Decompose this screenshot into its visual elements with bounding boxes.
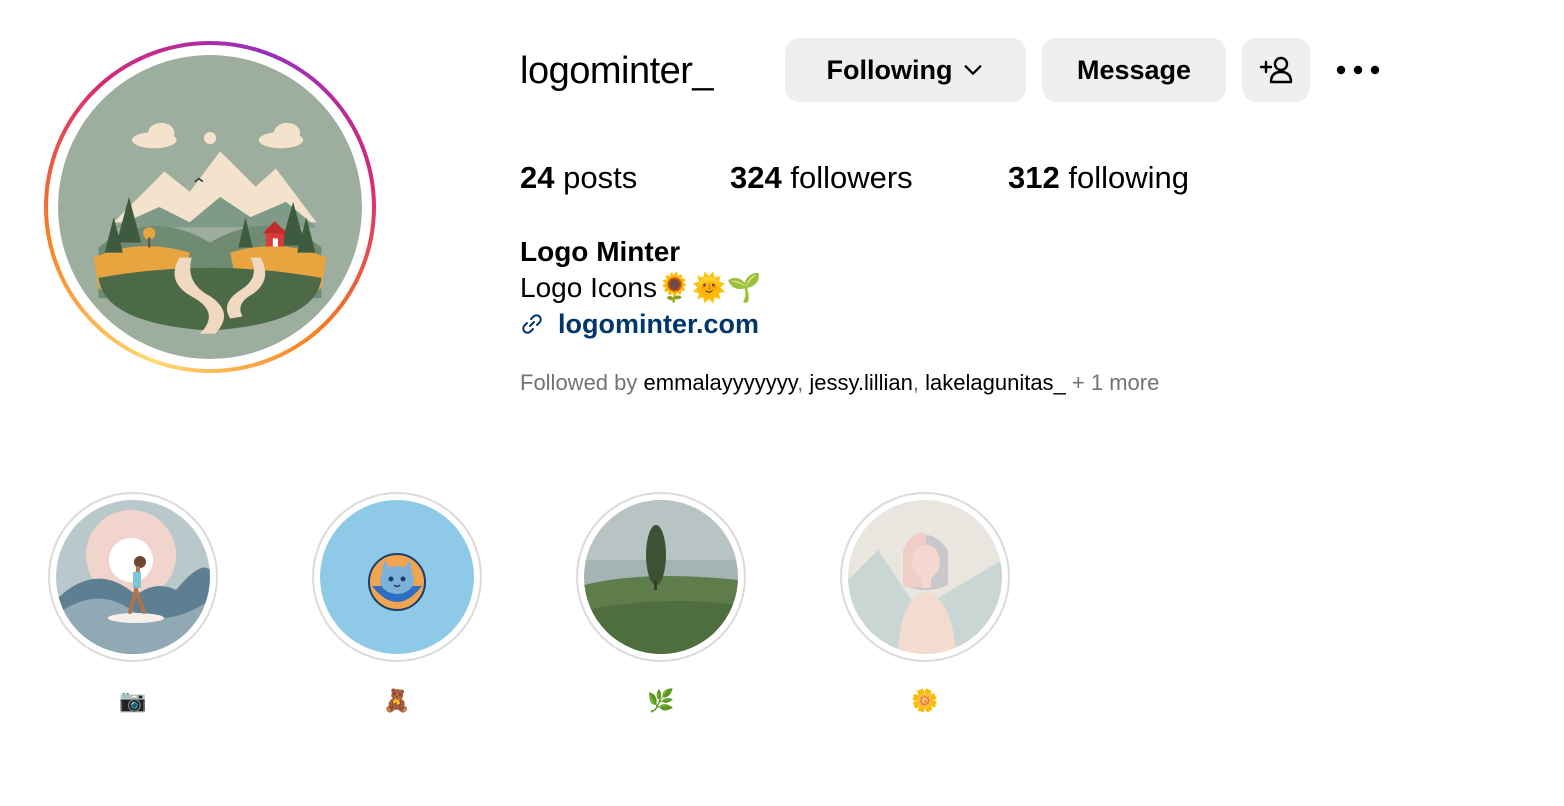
profile-avatar[interactable] (44, 41, 376, 373)
highlight-1[interactable] (48, 492, 218, 662)
message-button-label: Message (1076, 54, 1192, 85)
followed-by-prefix: Followed by (520, 370, 644, 395)
highlight-4-label: 🌼 (911, 688, 939, 713)
tree-field-highlight-image (584, 500, 738, 654)
highlight-2[interactable] (312, 492, 482, 662)
username: logominter_ (520, 50, 714, 92)
suggested-users-button[interactable] (1242, 38, 1310, 102)
highlight-2-label: 🧸 (383, 688, 411, 713)
followers-label: followers (790, 160, 913, 195)
followed-by-more[interactable]: + 1 more (1066, 370, 1159, 395)
posts-stat: 24 posts (520, 156, 637, 200)
following-button[interactable]: Following (785, 38, 1026, 102)
highlight-4[interactable] (840, 492, 1010, 662)
following-label: following (1068, 160, 1189, 195)
chevron-down-icon (965, 65, 982, 75)
woman-portrait-highlight-image (848, 500, 1002, 654)
landscape-logo-avatar (58, 55, 362, 359)
bio-link-text[interactable]: logominter.com (558, 309, 759, 340)
bio-text: Logo Icons🌻🌞🌱 (520, 272, 762, 303)
following-stat[interactable]: 312 following (1008, 156, 1189, 200)
followed-by[interactable]: Followed by emmalayyyyyyy, jessy.lillian… (520, 368, 1159, 398)
surfer-highlight-image (56, 500, 210, 654)
following-count: 312 (1008, 160, 1060, 195)
followed-by-user[interactable]: lakelagunitas_ (925, 370, 1066, 395)
highlight-1-label: 📷 (119, 688, 147, 713)
more-options-icon (1336, 65, 1380, 75)
more-options-button[interactable] (1330, 50, 1386, 90)
followers-count: 324 (730, 160, 782, 195)
highlight-3-label: 🌿 (647, 688, 675, 713)
followed-by-user[interactable]: jessy.lillian (809, 370, 913, 395)
message-button[interactable]: Message (1042, 38, 1226, 102)
followed-by-user[interactable]: emmalayyyyyyy (644, 370, 798, 395)
bio-link[interactable]: logominter.com (520, 306, 759, 342)
followers-stat[interactable]: 324 followers (730, 156, 913, 200)
profile-page: logominter_ Following Message 24 posts 3… (0, 0, 1564, 806)
posts-label: posts (563, 160, 638, 195)
posts-count: 24 (520, 160, 555, 195)
link-icon (522, 314, 542, 334)
add-person-icon (1259, 56, 1293, 84)
following-button-label: Following (826, 54, 953, 85)
highlight-3[interactable] (576, 492, 746, 662)
full-name: Logo Minter (520, 236, 681, 267)
cat-logo-highlight-image (320, 500, 474, 654)
